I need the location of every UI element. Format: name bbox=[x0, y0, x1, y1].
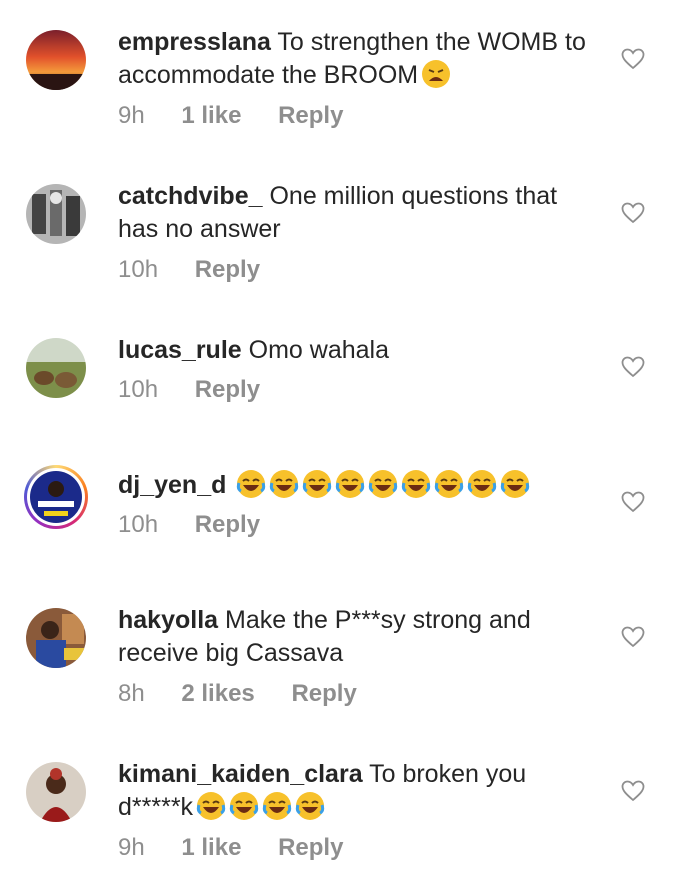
comment-meta: 10h Reply bbox=[118, 256, 290, 284]
heart-icon[interactable] bbox=[621, 626, 645, 648]
reply-button[interactable]: Reply bbox=[278, 834, 343, 861]
avatar[interactable] bbox=[26, 30, 86, 90]
emoji-row bbox=[193, 791, 325, 821]
reply-button[interactable]: Reply bbox=[195, 256, 260, 283]
comment-time: 10h bbox=[118, 256, 159, 283]
avatar[interactable] bbox=[26, 184, 86, 244]
laughing-emoji bbox=[302, 469, 332, 499]
comment-time: 9h bbox=[118, 834, 145, 861]
heart-icon[interactable] bbox=[621, 202, 645, 224]
avatar[interactable] bbox=[26, 762, 86, 822]
comment-body: Omo wahala bbox=[248, 336, 389, 364]
comment-time: 8h bbox=[118, 680, 145, 707]
laughing-emoji bbox=[196, 791, 226, 821]
comment-meta: 9h 1 like Reply bbox=[118, 102, 373, 130]
comment-text: empresslana To strengthen the WOMB to ac… bbox=[118, 26, 598, 92]
username[interactable]: dj_yen_d bbox=[118, 471, 226, 499]
username[interactable]: empresslana bbox=[118, 28, 271, 56]
emoji-row bbox=[233, 469, 530, 499]
heart-icon[interactable] bbox=[621, 356, 645, 378]
comment-meta: 9h 1 like Reply bbox=[118, 834, 373, 862]
laughing-emoji bbox=[295, 791, 325, 821]
username[interactable]: kimani_kaiden_clara bbox=[118, 760, 363, 788]
comment-meta: 10h Reply bbox=[118, 511, 290, 539]
laughing-emoji bbox=[401, 469, 431, 499]
reply-button[interactable]: Reply bbox=[278, 102, 343, 129]
likes-count[interactable]: 1 like bbox=[181, 834, 241, 861]
heart-icon[interactable] bbox=[621, 780, 645, 802]
laughing-emoji bbox=[434, 469, 464, 499]
tired-face-emoji bbox=[421, 59, 451, 89]
avatar-story-ring[interactable] bbox=[24, 465, 88, 529]
username[interactable]: hakyolla bbox=[118, 606, 218, 634]
comment-time: 10h bbox=[118, 376, 159, 403]
avatar[interactable] bbox=[26, 338, 86, 398]
reply-button[interactable]: Reply bbox=[195, 511, 260, 538]
laughing-emoji bbox=[229, 791, 259, 821]
likes-count[interactable]: 1 like bbox=[181, 102, 241, 129]
comment-text: catchdvibe_ One million questions that h… bbox=[118, 180, 598, 246]
comment-time: 10h bbox=[118, 511, 159, 538]
comment-text: dj_yen_d bbox=[118, 469, 598, 502]
comment-meta: 8h 2 likes Reply bbox=[118, 680, 387, 708]
laughing-emoji bbox=[262, 791, 292, 821]
username[interactable]: lucas_rule bbox=[118, 336, 242, 364]
heart-icon[interactable] bbox=[621, 491, 645, 513]
laughing-emoji bbox=[467, 469, 497, 499]
avatar[interactable] bbox=[26, 608, 86, 668]
laughing-emoji bbox=[335, 469, 365, 499]
laughing-emoji bbox=[368, 469, 398, 499]
laughing-emoji bbox=[269, 469, 299, 499]
comment-text: hakyolla Make the P***sy strong and rece… bbox=[118, 604, 598, 670]
reply-button[interactable]: Reply bbox=[195, 376, 260, 403]
comment-meta: 10h Reply bbox=[118, 376, 290, 404]
username[interactable]: catchdvibe_ bbox=[118, 182, 263, 210]
laughing-emoji bbox=[500, 469, 530, 499]
likes-count[interactable]: 2 likes bbox=[181, 680, 254, 707]
comment-text: kimani_kaiden_clara To broken you d*****… bbox=[118, 758, 598, 824]
heart-icon[interactable] bbox=[621, 48, 645, 70]
laughing-emoji bbox=[236, 469, 266, 499]
comment-time: 9h bbox=[118, 102, 145, 129]
reply-button[interactable]: Reply bbox=[291, 680, 356, 707]
comment-text: lucas_rule Omo wahala bbox=[118, 334, 598, 367]
